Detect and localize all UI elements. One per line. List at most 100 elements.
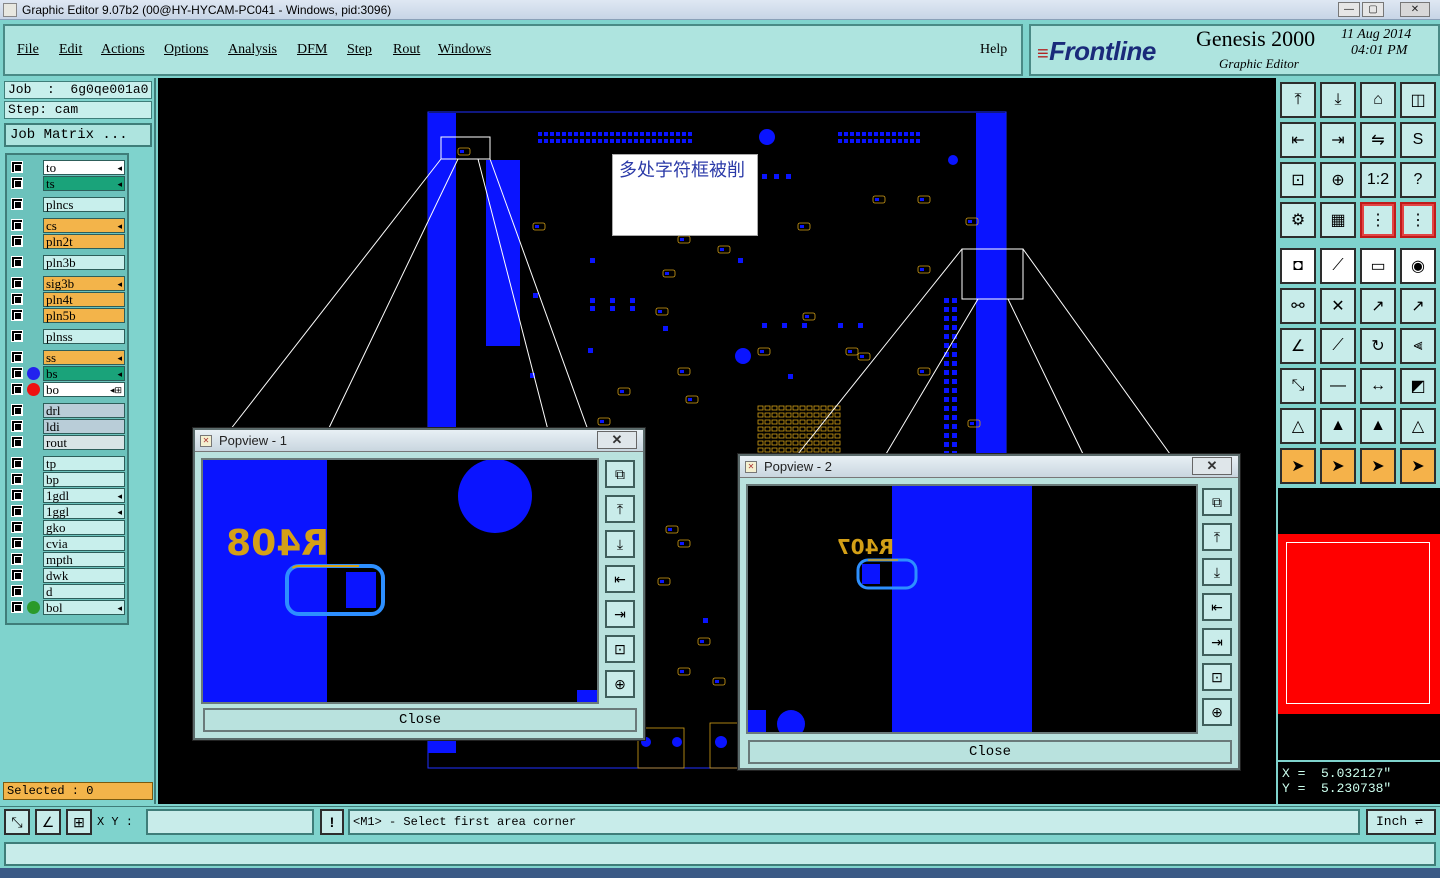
- window-titlebar[interactable]: Graphic Editor 9.07b2 (00@HY-HYCAM-PC041…: [0, 0, 1440, 20]
- layer-checkbox[interactable]: [11, 521, 23, 533]
- grid-icon[interactable]: ▦: [1320, 202, 1356, 238]
- layer-name[interactable]: bol ◂: [43, 600, 125, 615]
- layer-checkbox[interactable]: [11, 537, 23, 549]
- layer-checkbox[interactable]: [11, 256, 23, 268]
- layer-row-ldi[interactable]: ldi: [7, 419, 127, 434]
- settings-icon[interactable]: ⚙: [1280, 202, 1316, 238]
- layer-name[interactable]: cvia: [43, 536, 125, 551]
- layer-checkbox[interactable]: [11, 367, 23, 379]
- layer-name[interactable]: drl: [43, 403, 125, 418]
- layer-checkbox[interactable]: [11, 585, 23, 597]
- pv1-pan-down-icon[interactable]: ⤓: [605, 530, 635, 558]
- menu-actions[interactable]: Actions: [101, 42, 145, 58]
- pv2-pan-right-icon[interactable]: ⇥: [1202, 628, 1232, 656]
- layer-name[interactable]: pln2t: [43, 234, 125, 249]
- s-curve-icon[interactable]: S: [1400, 122, 1436, 158]
- pv2-pan-left-icon[interactable]: ⇤: [1202, 593, 1232, 621]
- layer-name[interactable]: plncs: [43, 197, 125, 212]
- pointer-circle-icon[interactable]: ➤: [1360, 448, 1396, 484]
- menu-analysis[interactable]: Analysis: [228, 42, 277, 58]
- pv2-zoom-fit-icon[interactable]: ⊡: [1202, 663, 1232, 691]
- popview-1-viewport[interactable]: R408: [201, 458, 599, 704]
- layer-name[interactable]: bp: [43, 472, 125, 487]
- layer-checkbox[interactable]: [11, 436, 23, 448]
- layer-checkbox[interactable]: [11, 404, 23, 416]
- layer-row-plncs[interactable]: plncs: [7, 197, 127, 212]
- angle-icon[interactable]: ∠: [1280, 328, 1316, 364]
- help-icon[interactable]: ?: [1400, 162, 1436, 198]
- layer-name[interactable]: bs ◂: [43, 366, 125, 381]
- layer-name[interactable]: d: [43, 584, 125, 599]
- layer-name[interactable]: mpth: [43, 552, 125, 567]
- popview-1-titlebar[interactable]: ✕ Popview - 1 ✕: [195, 430, 643, 452]
- connect-icon[interactable]: ↗: [1360, 288, 1396, 324]
- layer-name[interactable]: pln5b: [43, 308, 125, 323]
- pv2-pan-down-icon[interactable]: ⤓: [1202, 558, 1232, 586]
- xy-input[interactable]: [146, 809, 314, 835]
- layer-row-bs[interactable]: bs ◂: [7, 366, 127, 381]
- pv1-pan-right-icon[interactable]: ⇥: [605, 600, 635, 628]
- layer-checkbox[interactable]: [11, 351, 23, 363]
- angle-snap-icon[interactable]: ∠: [35, 809, 61, 835]
- layer-row-cvia[interactable]: cvia: [7, 536, 127, 551]
- layer-row-pln5b[interactable]: pln5b: [7, 308, 127, 323]
- layer-checkbox[interactable]: [11, 553, 23, 565]
- layer-row-cs[interactable]: cs ◂: [7, 218, 127, 233]
- line-draw-icon[interactable]: ⟋: [1320, 248, 1356, 284]
- layer-checkbox[interactable]: [11, 601, 23, 613]
- triangle-up-icon[interactable]: ▲: [1320, 408, 1356, 444]
- popview-1-close-x[interactable]: ✕: [597, 431, 637, 449]
- menu-help[interactable]: Help: [980, 42, 1007, 58]
- layer-row-plnss[interactable]: plnss: [7, 329, 127, 344]
- layer-checkbox[interactable]: [11, 161, 23, 173]
- measure-icon[interactable]: ↔: [1360, 368, 1396, 404]
- layer-row-bol[interactable]: bol ◂: [7, 600, 127, 615]
- maximize-button[interactable]: ▢: [1362, 2, 1384, 17]
- zoom-center-icon[interactable]: ⊕: [1320, 162, 1356, 198]
- triangle-arrow-icon[interactable]: △: [1400, 408, 1436, 444]
- pv2-copy-icon[interactable]: ⧉: [1202, 488, 1232, 516]
- pv1-pan-up-icon[interactable]: ⤒: [605, 495, 635, 523]
- triangle-red-icon[interactable]: ▲: [1360, 408, 1396, 444]
- layer-name[interactable]: sig3b ◂: [43, 276, 125, 291]
- popview-2-titlebar[interactable]: ✕ Popview - 2 ✕: [740, 456, 1238, 478]
- layer-row-to[interactable]: to ◂: [7, 160, 127, 175]
- house-icon[interactable]: ⌂: [1360, 82, 1396, 118]
- shapes-icon[interactable]: ◩: [1400, 368, 1436, 404]
- layer-checkbox[interactable]: [11, 219, 23, 231]
- target-icon[interactable]: ◉: [1400, 248, 1436, 284]
- layer-checkbox[interactable]: [11, 420, 23, 432]
- cut-line-icon[interactable]: —: [1320, 368, 1356, 404]
- layer-name[interactable]: gko: [43, 520, 125, 535]
- menu-file[interactable]: File: [17, 42, 39, 58]
- layer-checkbox[interactable]: [11, 198, 23, 210]
- layer-name[interactable]: ss ◂: [43, 350, 125, 365]
- pad-icon[interactable]: ◘: [1280, 248, 1316, 284]
- connect2-icon[interactable]: ↗: [1400, 288, 1436, 324]
- layer-checkbox[interactable]: [11, 330, 23, 342]
- layer-row-dwk[interactable]: dwk: [7, 568, 127, 583]
- overview-map[interactable]: [1278, 488, 1440, 760]
- layer-checkbox[interactable]: [11, 293, 23, 305]
- layer-name[interactable]: 1gdl ◂: [43, 488, 125, 503]
- layer-name[interactable]: pln4t: [43, 292, 125, 307]
- layer-row-pln3b[interactable]: pln3b: [7, 255, 127, 270]
- pan-left-icon[interactable]: ⇤: [1280, 122, 1316, 158]
- nodes-icon[interactable]: ⚯: [1280, 288, 1316, 324]
- layer-checkbox[interactable]: [11, 473, 23, 485]
- layer-row-pln4t[interactable]: pln4t: [7, 292, 127, 307]
- popview-2-close-x[interactable]: ✕: [1192, 457, 1232, 475]
- close-window-button[interactable]: ✕: [1400, 2, 1430, 17]
- ruler-icon[interactable]: ▭: [1360, 248, 1396, 284]
- split-view-icon[interactable]: ◫: [1400, 82, 1436, 118]
- layer-row-bo[interactable]: bo ◂⊞: [7, 382, 127, 397]
- layer-row-1gdl[interactable]: 1gdl ◂: [7, 488, 127, 503]
- layer-checkbox[interactable]: [11, 457, 23, 469]
- layer-row-drl[interactable]: drl: [7, 403, 127, 418]
- units-selector[interactable]: Inch ⇌: [1366, 809, 1436, 835]
- layer-row-d[interactable]: d: [7, 584, 127, 599]
- ratio-icon[interactable]: 1:2: [1360, 162, 1396, 198]
- menu-edit[interactable]: Edit: [59, 42, 82, 58]
- zoom-fit-icon[interactable]: ⊡: [1280, 162, 1316, 198]
- layers-red2-icon[interactable]: ⋮: [1400, 202, 1436, 238]
